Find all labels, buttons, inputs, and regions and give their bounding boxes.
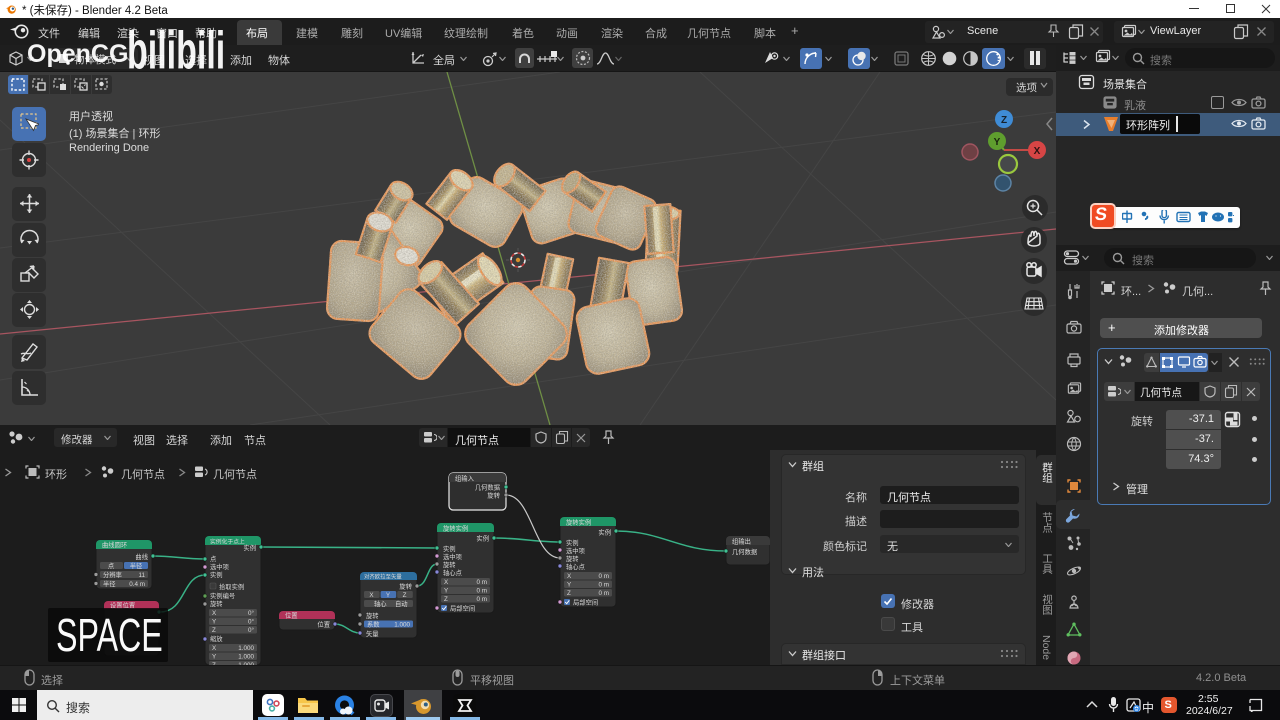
svg-text:0.4 m: 0.4 m xyxy=(129,581,145,588)
svg-text:轴心点: 轴心点 xyxy=(443,568,462,577)
svg-text:实例编号: 实例编号 xyxy=(210,591,235,600)
svg-text:0°: 0° xyxy=(248,618,255,626)
svg-text:1.000: 1.000 xyxy=(238,645,254,652)
svg-text:0°: 0° xyxy=(248,609,255,617)
svg-text:半径: 半径 xyxy=(130,561,143,570)
svg-text:几何数据: 几何数据 xyxy=(732,547,758,556)
svg-text:Z: Z xyxy=(567,590,571,597)
svg-text:局部空间: 局部空间 xyxy=(573,598,598,607)
svg-text:0 m: 0 m xyxy=(599,590,610,597)
svg-text:0 m: 0 m xyxy=(477,579,488,586)
svg-text:0 m: 0 m xyxy=(477,596,488,603)
svg-text:旋转实例: 旋转实例 xyxy=(443,524,468,533)
svg-text:实例: 实例 xyxy=(566,538,579,547)
svg-text:点: 点 xyxy=(108,562,114,570)
svg-text:轴心点: 轴心点 xyxy=(566,562,585,571)
svg-text:矢量: 矢量 xyxy=(366,629,379,638)
svg-text:拾取实例: 拾取实例 xyxy=(219,582,244,591)
svg-text:0 m: 0 m xyxy=(599,573,610,580)
svg-text:组输出: 组输出 xyxy=(732,537,751,546)
svg-text:点: 点 xyxy=(210,555,216,563)
svg-text:Z: Z xyxy=(212,662,216,665)
svg-text:实例: 实例 xyxy=(443,544,456,553)
svg-text:旋转: 旋转 xyxy=(366,611,379,620)
svg-text:Y: Y xyxy=(994,137,1001,148)
svg-text:选中项: 选中项 xyxy=(443,552,463,561)
svg-text:Z: Z xyxy=(403,592,407,599)
svg-text:位置: 位置 xyxy=(317,620,330,629)
svg-text:对齐欧拉至矢量: 对齐欧拉至矢量 xyxy=(364,573,402,581)
svg-text:X: X xyxy=(1034,146,1041,157)
svg-text:位置: 位置 xyxy=(285,611,298,620)
svg-text:实例化于点上: 实例化于点上 xyxy=(210,538,245,546)
svg-text:分辨率: 分辨率 xyxy=(103,570,122,579)
svg-text:Z: Z xyxy=(212,627,216,634)
svg-text:选中项: 选中项 xyxy=(210,562,230,571)
svg-text:0 m: 0 m xyxy=(477,588,488,595)
svg-text:曲线圆环: 曲线圆环 xyxy=(102,540,127,549)
svg-text:实例: 实例 xyxy=(210,570,223,579)
svg-text:系数: 系数 xyxy=(367,620,380,629)
svg-text:局部空间: 局部空间 xyxy=(450,604,475,613)
svg-text:实例: 实例 xyxy=(598,528,611,537)
svg-text:1.000: 1.000 xyxy=(394,622,410,629)
svg-text:Z: Z xyxy=(444,596,448,603)
svg-text:1.000: 1.000 xyxy=(238,654,254,661)
svg-text:11: 11 xyxy=(138,572,145,579)
svg-text:实例: 实例 xyxy=(476,534,489,543)
svg-text:组输入: 组输入 xyxy=(455,474,475,483)
svg-text:Z: Z xyxy=(1001,115,1007,126)
svg-text:0°: 0° xyxy=(248,626,255,634)
svg-text:选中项: 选中项 xyxy=(566,546,586,555)
svg-text:旋转实例: 旋转实例 xyxy=(566,518,591,527)
svg-text:选项: 选项 xyxy=(1016,81,1038,94)
svg-text:几何数据: 几何数据 xyxy=(475,483,501,492)
svg-text:半径: 半径 xyxy=(103,579,116,588)
svg-text:0 m: 0 m xyxy=(599,582,610,589)
svg-text:旋转: 旋转 xyxy=(443,560,456,569)
svg-text:1.000: 1.000 xyxy=(238,662,254,665)
svg-text:旋转: 旋转 xyxy=(566,554,579,563)
svg-text:实例: 实例 xyxy=(243,543,256,552)
svg-text:缩放: 缩放 xyxy=(210,634,223,643)
svg-text:旋转: 旋转 xyxy=(399,582,412,591)
svg-text:曲线: 曲线 xyxy=(135,552,148,561)
svg-text:轴心: 轴心 xyxy=(374,599,387,608)
svg-text:旋转: 旋转 xyxy=(210,599,223,608)
svg-text:自动: 自动 xyxy=(395,599,408,608)
svg-text:旋转: 旋转 xyxy=(487,491,500,500)
